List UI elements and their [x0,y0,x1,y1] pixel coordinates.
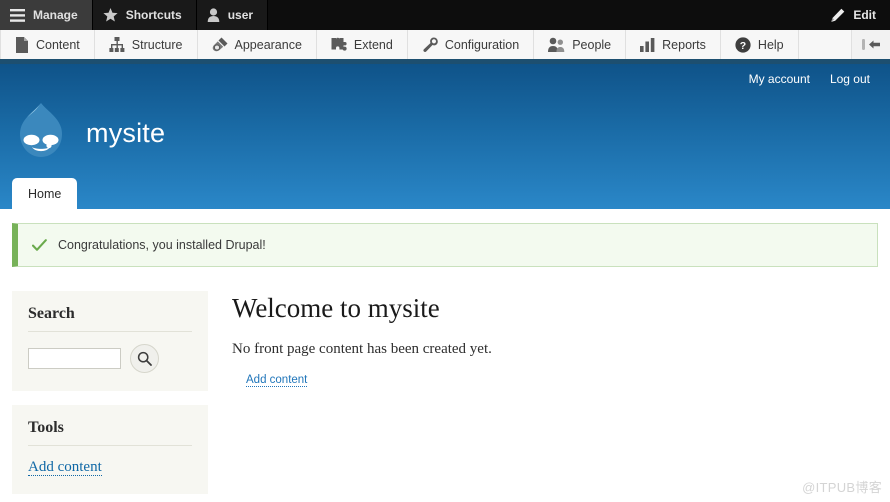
log-out-link[interactable]: Log out [830,72,870,86]
status-message: Congratulations, you installed Drupal! [12,223,878,267]
bar-chart-icon [640,37,655,52]
content-columns: Search Tools Add content Welcome to mysi… [0,267,890,502]
toolbar-tab-shortcuts[interactable]: Shortcuts [92,0,197,30]
puzzle-piece-icon [331,37,347,52]
menu-item-people-label: People [572,37,612,52]
menu-item-reports-label: Reports [662,37,706,52]
menu-item-content-label: Content [36,37,80,52]
toolbar-tab-manage[interactable]: Manage [0,0,93,30]
magnifier-icon [137,351,152,366]
block-tools-title: Tools [28,419,192,446]
page-title: Welcome to mysite [232,293,440,323]
watermark: @ITPUB博客 [802,480,882,495]
menu-item-extend[interactable]: Extend [317,30,408,59]
primary-tabs: Home [12,178,78,209]
wrench-icon [422,36,438,53]
toolbar-spacer [268,0,817,30]
tools-add-content-link[interactable]: Add content [28,459,102,476]
menu-item-extend-label: Extend [353,37,393,52]
page-body: Congratulations, you installed Drupal! S… [0,223,890,502]
menu-item-help-label: Help [757,37,784,52]
hamburger-icon [10,8,25,22]
svg-text:?: ? [740,40,746,52]
menu-item-structure[interactable]: Structure [95,30,198,59]
question-circle-icon: ? [735,36,751,53]
search-input[interactable] [28,348,121,369]
main-content: Welcome to mysite No front page content … [232,291,878,502]
menu-item-appearance[interactable]: Appearance [198,30,317,59]
menu-item-configuration[interactable]: Configuration [408,30,535,59]
site-name: mysite [86,117,166,148]
sidebar-first: Search Tools Add content [12,291,208,502]
menu-item-content[interactable]: Content [0,30,95,59]
toolbar-edit-label: Edit [853,8,876,22]
toolbar-tab-manage-label: Manage [33,8,78,22]
toolbar-edit-button[interactable]: Edit [816,0,890,30]
menu-item-configuration-label: Configuration [444,37,520,52]
star-icon [103,8,118,22]
toolbar-tab-shortcuts-label: Shortcuts [125,8,182,22]
block-search: Search [12,291,208,391]
search-form [28,344,192,373]
menu-item-help[interactable]: ? Help [721,30,799,59]
drupal-droplet-icon [12,102,70,164]
drupal-admin-page: Manage Shortcuts user Edit Content Struc… [0,0,890,502]
status-message-text: Congratulations, you installed Drupal! [58,238,266,252]
collapse-left-icon [861,38,881,51]
menu-item-reports[interactable]: Reports [626,30,721,59]
toolbar-orientation-toggle[interactable] [852,30,890,59]
toolbar-tab-user[interactable]: user [196,0,269,30]
admin-menu-filler [799,30,852,59]
main-add-content-link[interactable]: Add content [246,374,308,387]
block-tools: Tools Add content [12,405,208,494]
pencil-icon [830,8,845,23]
empty-front-page-text: No front page content has been created y… [232,341,492,357]
menu-item-structure-label: Structure [131,37,183,52]
my-account-link[interactable]: My account [749,72,810,86]
people-icon [548,37,565,52]
admin-menu-bar: Content Structure Appearance Extend Conf… [0,30,890,64]
file-icon [15,36,29,53]
site-branding[interactable]: mysite [12,102,165,164]
paintbrush-icon [212,37,228,53]
search-submit-button[interactable] [130,344,159,373]
person-icon [207,8,220,22]
toolbar-tab-user-label: user [227,8,254,22]
site-header: My account Log out mysite Home [0,64,890,209]
main-action-links: Add content [232,370,878,388]
checkmark-icon [32,238,47,252]
menu-item-people[interactable]: People [534,30,627,59]
sitemap-icon [109,37,125,52]
block-search-title: Search [28,305,192,332]
user-account-links: My account Log out [749,64,890,86]
tab-home[interactable]: Home [12,178,78,209]
menu-item-appearance-label: Appearance [234,37,302,52]
admin-toolbar-top: Manage Shortcuts user Edit [0,0,890,30]
